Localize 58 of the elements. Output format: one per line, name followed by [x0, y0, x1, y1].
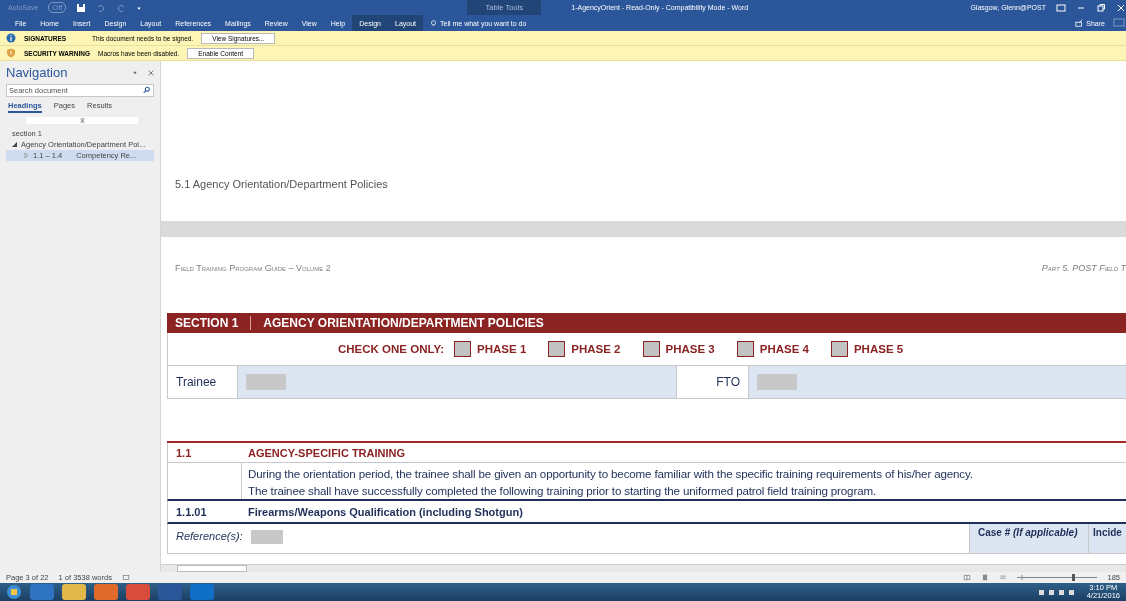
caret-icon	[136, 4, 143, 11]
item-number: 1.1.01	[176, 505, 207, 518]
collapse-bar[interactable]	[26, 117, 138, 124]
page-header: Part 5. POST Field T	[1041, 263, 1126, 275]
field-label: Case # (If applicable)	[978, 527, 1078, 538]
subsection-number: 1.1	[176, 446, 192, 459]
phase-checkbox[interactable]	[736, 341, 754, 357]
folder-taskbar-icon[interactable]	[62, 584, 86, 600]
phase-checkbox[interactable]	[830, 341, 848, 357]
read-mode-icon	[963, 574, 972, 581]
web-layout-icon	[999, 574, 1008, 581]
media-taskbar-icon[interactable]	[94, 584, 118, 600]
phase-label: PHASE 1	[477, 343, 527, 355]
phase-checkbox[interactable]	[548, 341, 566, 357]
proofing-icon	[121, 574, 130, 581]
ribbon-display-icon	[1056, 2, 1066, 13]
redo-icon	[116, 2, 127, 13]
dropdown-caret-icon	[132, 69, 138, 76]
collapsed-arrow-icon[interactable]	[24, 153, 29, 158]
phase-label: PHASE 2	[571, 343, 621, 355]
fto-field[interactable]	[757, 374, 797, 390]
section-header: SECTION 1 AGENCY ORIENTATION/DEPARTMENT POLICIES	[167, 313, 1126, 333]
word-taskbar-icon[interactable]	[158, 584, 182, 600]
field-label: FTO	[716, 375, 740, 389]
phase-checkbox[interactable]	[454, 341, 472, 357]
phase-checkbox[interactable]	[642, 341, 660, 357]
field-label: Reference(s):	[176, 530, 243, 542]
page-header: Field Training Program Guide – Volume 2	[175, 263, 331, 275]
phase-label: PHASE 3	[665, 343, 715, 355]
mail-taskbar-icon[interactable]	[190, 584, 214, 600]
field-label: Trainee	[176, 375, 217, 389]
close-icon	[148, 69, 154, 76]
item-title: Firearms/Weapons Qualification (including Shotgun)	[248, 505, 523, 518]
field-label: Incide	[1093, 527, 1122, 538]
info-icon	[6, 33, 16, 43]
search-icon	[142, 86, 151, 94]
reference-field[interactable]	[250, 530, 283, 544]
print-layout-icon	[981, 574, 990, 581]
collapse-icon	[79, 118, 85, 123]
browser-taskbar-icon[interactable]	[30, 584, 54, 600]
phase-label: PHASE 4	[759, 343, 809, 355]
shield-warning-icon	[6, 48, 16, 58]
description-text: During the orientation period, the trainee shall be given an opportunity to become familiar with the specific training requirements of his/her agency.	[248, 466, 974, 482]
share-icon	[1075, 19, 1084, 27]
start-icon	[6, 584, 22, 600]
check-label: CHECK ONE ONLY:	[338, 343, 445, 355]
close-icon	[1116, 2, 1126, 13]
page-heading: 5.1 Agency Orientation/Department Policies	[175, 178, 388, 190]
expanded-arrow-icon[interactable]	[12, 142, 17, 147]
horizontal-scrollbar[interactable]	[161, 564, 1126, 572]
pane-title: Navigation	[6, 65, 68, 80]
phase-label: PHASE 5	[853, 343, 904, 355]
trainee-field[interactable]	[246, 374, 286, 390]
zoom-slider-icon	[1017, 574, 1098, 581]
undo-icon	[96, 2, 107, 13]
subsection-title: AGENCY-SPECIFIC TRAINING	[248, 446, 406, 459]
restore-icon	[1096, 2, 1106, 13]
description-text: The trainee shall have successfully completed the following training prior to starting the uniformed patrol field training program.	[248, 483, 877, 499]
